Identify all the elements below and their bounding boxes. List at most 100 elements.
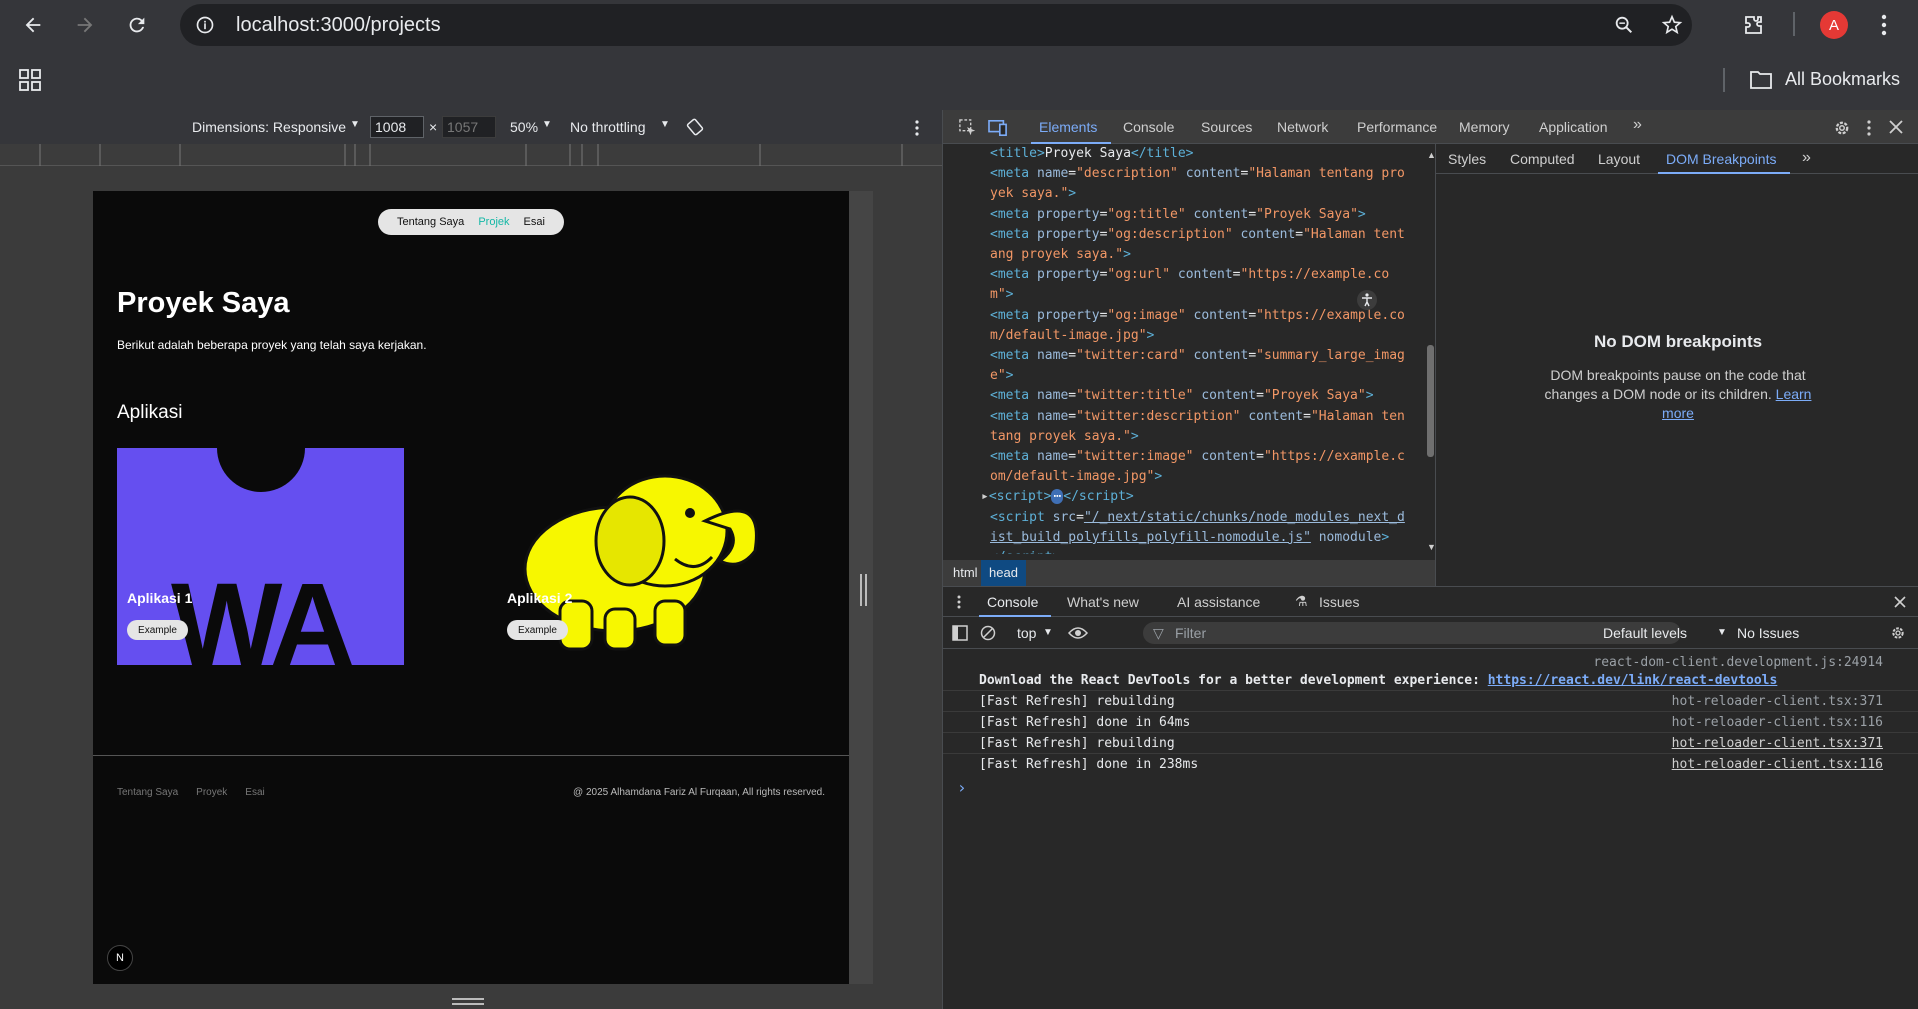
- drawer-tab-whats-new[interactable]: What's new: [1067, 594, 1139, 610]
- tab-performance[interactable]: Performance: [1357, 119, 1437, 135]
- code-line[interactable]: <meta name="description" content="Halama…: [943, 164, 1435, 184]
- drawer-tab-console[interactable]: Console: [987, 594, 1038, 610]
- tab-elements[interactable]: Elements: [1039, 119, 1097, 135]
- scroll-thumb[interactable]: [1427, 345, 1434, 457]
- issues-counter[interactable]: No Issues: [1737, 625, 1799, 641]
- console-settings-icon[interactable]: [1889, 624, 1907, 642]
- tab-memory[interactable]: Memory: [1459, 119, 1510, 135]
- tab-dom-breakpoints[interactable]: DOM Breakpoints: [1666, 151, 1776, 167]
- context-select[interactable]: top: [1017, 625, 1036, 641]
- code-line[interactable]: </script>: [943, 548, 1435, 554]
- tab-styles[interactable]: Styles: [1448, 151, 1486, 167]
- tab-console[interactable]: Console: [1123, 119, 1174, 135]
- url-text[interactable]: localhost:3000/projects: [236, 14, 441, 37]
- message-text: Download the React DevTools for a better…: [979, 673, 1777, 688]
- height-input[interactable]: 1057: [442, 116, 496, 138]
- code-line[interactable]: <meta property="og:title" content="Proye…: [943, 205, 1435, 225]
- close-drawer-icon[interactable]: [1893, 595, 1907, 609]
- close-devtools-icon[interactable]: [1887, 118, 1905, 136]
- zoom-select[interactable]: 50%: [510, 119, 538, 135]
- breadcrumb-html[interactable]: html: [953, 565, 978, 580]
- next-dev-indicator[interactable]: N: [107, 945, 133, 971]
- footer-link-tentang-saya[interactable]: Tentang Saya: [117, 787, 178, 798]
- console-prompt[interactable]: ›: [943, 775, 1918, 797]
- tab-network[interactable]: Network: [1277, 119, 1328, 135]
- info-icon[interactable]: [194, 14, 216, 36]
- accessibility-icon[interactable]: [1357, 290, 1377, 310]
- react-devtools-link[interactable]: https://react.dev/link/react-devtools: [1488, 673, 1778, 688]
- drawer-tab-ai-assistance[interactable]: AI assistance: [1177, 594, 1260, 610]
- rotate-icon[interactable]: [684, 116, 706, 138]
- drawer-menu-icon[interactable]: [955, 594, 963, 610]
- nav-link-tentang-saya[interactable]: Tentang Saya: [397, 216, 464, 228]
- eye-icon[interactable]: [1067, 624, 1089, 642]
- star-icon[interactable]: [1660, 13, 1684, 37]
- elements-scrollbar[interactable]: ▲ ▼: [1427, 150, 1436, 554]
- inspect-icon[interactable]: [957, 117, 979, 139]
- profile-avatar[interactable]: A: [1820, 11, 1848, 39]
- code-line[interactable]: <meta property="og:url" content="https:/…: [943, 265, 1435, 285]
- message-source[interactable]: react-dom-client.development.js:24914: [1593, 655, 1883, 670]
- bottom-resize-handle-icon[interactable]: [452, 998, 484, 1006]
- dimensions-select[interactable]: Dimensions: Responsive: [192, 119, 346, 135]
- footer-link-proyek[interactable]: Proyek: [196, 787, 227, 798]
- more-options-icon[interactable]: [910, 118, 924, 138]
- code-line[interactable]: m/default-image.jpg">: [943, 326, 1435, 346]
- tab-sources[interactable]: Sources: [1201, 119, 1252, 135]
- settings-gear-icon[interactable]: [1831, 117, 1853, 139]
- media-query-ruler[interactable]: [0, 144, 942, 166]
- card-title[interactable]: Aplikasi 2: [507, 590, 572, 606]
- devtools-menu-icon[interactable]: [1863, 119, 1875, 137]
- sidebar-toggle-icon[interactable]: [951, 624, 969, 642]
- code-line[interactable]: <meta property="og:description" content=…: [943, 225, 1435, 245]
- elements-tree[interactable]: <title>Proyek Saya</title> <meta name="d…: [943, 144, 1435, 554]
- message-source[interactable]: hot-reloader-client.tsx:116: [1672, 757, 1883, 772]
- message-source[interactable]: hot-reloader-client.tsx:116: [1672, 715, 1883, 730]
- tab-computed[interactable]: Computed: [1510, 151, 1575, 167]
- console-filter-input[interactable]: ▽ Filter: [1143, 622, 1681, 644]
- resize-handle-icon[interactable]: [860, 574, 868, 606]
- menu-icon[interactable]: [1872, 12, 1896, 38]
- message-source[interactable]: hot-reloader-client.tsx:371: [1672, 736, 1883, 751]
- forward-icon[interactable]: [66, 6, 104, 44]
- clear-console-icon[interactable]: [979, 624, 997, 642]
- code-line[interactable]: ▸<script> ⋯ </script>: [943, 487, 1435, 507]
- code-line[interactable]: yek saya.">: [943, 184, 1435, 204]
- tab-layout[interactable]: Layout: [1598, 151, 1640, 167]
- extensions-icon[interactable]: [1740, 12, 1766, 38]
- more-side-tabs-icon[interactable]: »: [1802, 149, 1811, 167]
- log-levels-select[interactable]: Default levels: [1603, 625, 1687, 641]
- console-message: [Fast Refresh] done in 64ms hot-reloader…: [943, 712, 1918, 733]
- all-bookmarks-label[interactable]: All Bookmarks: [1785, 69, 1900, 90]
- code-line[interactable]: <meta name="twitter:title" content="Proy…: [943, 386, 1435, 406]
- code-line[interactable]: e">: [943, 366, 1435, 386]
- width-input[interactable]: 1008: [370, 116, 424, 138]
- code-line[interactable]: ang proyek saya.">: [943, 245, 1435, 265]
- code-line[interactable]: <meta name="twitter:image" content="http…: [943, 447, 1435, 467]
- breadcrumb-head[interactable]: head: [981, 560, 1026, 586]
- apps-icon[interactable]: [18, 68, 42, 92]
- card-title[interactable]: Aplikasi 1: [127, 590, 192, 606]
- code-line[interactable]: ist_build_polyfills_polyfill-nomodule.js…: [943, 528, 1435, 548]
- nav-link-esai[interactable]: Esai: [524, 216, 545, 228]
- folder-icon[interactable]: [1748, 68, 1774, 92]
- more-tabs-icon[interactable]: »: [1633, 116, 1642, 134]
- drawer-tab-issues[interactable]: Issues: [1319, 594, 1359, 610]
- throttling-select[interactable]: No throttling: [570, 119, 645, 135]
- address-bar[interactable]: localhost:3000/projects: [180, 4, 1692, 46]
- code-line[interactable]: <title>Proyek Saya</title>: [943, 144, 1435, 164]
- back-icon[interactable]: [14, 6, 52, 44]
- reload-icon[interactable]: [118, 6, 156, 44]
- message-source[interactable]: hot-reloader-client.tsx:371: [1672, 694, 1883, 709]
- console-messages: react-dom-client.development.js:24914 Do…: [943, 655, 1918, 797]
- footer-link-esai[interactable]: Esai: [245, 787, 264, 798]
- code-line[interactable]: om/default-image.jpg">: [943, 467, 1435, 487]
- tab-application[interactable]: Application: [1539, 119, 1608, 135]
- code-line[interactable]: <meta name="twitter:card" content="summa…: [943, 346, 1435, 366]
- code-line[interactable]: <script src="/_next/static/chunks/node_m…: [943, 508, 1435, 528]
- device-toggle-icon[interactable]: [987, 117, 1009, 139]
- nav-link-projek[interactable]: Projek: [478, 216, 509, 228]
- zoom-icon[interactable]: [1612, 14, 1636, 36]
- code-line[interactable]: <meta name="twitter:description" content…: [943, 407, 1435, 427]
- code-line[interactable]: tang proyek saya.">: [943, 427, 1435, 447]
